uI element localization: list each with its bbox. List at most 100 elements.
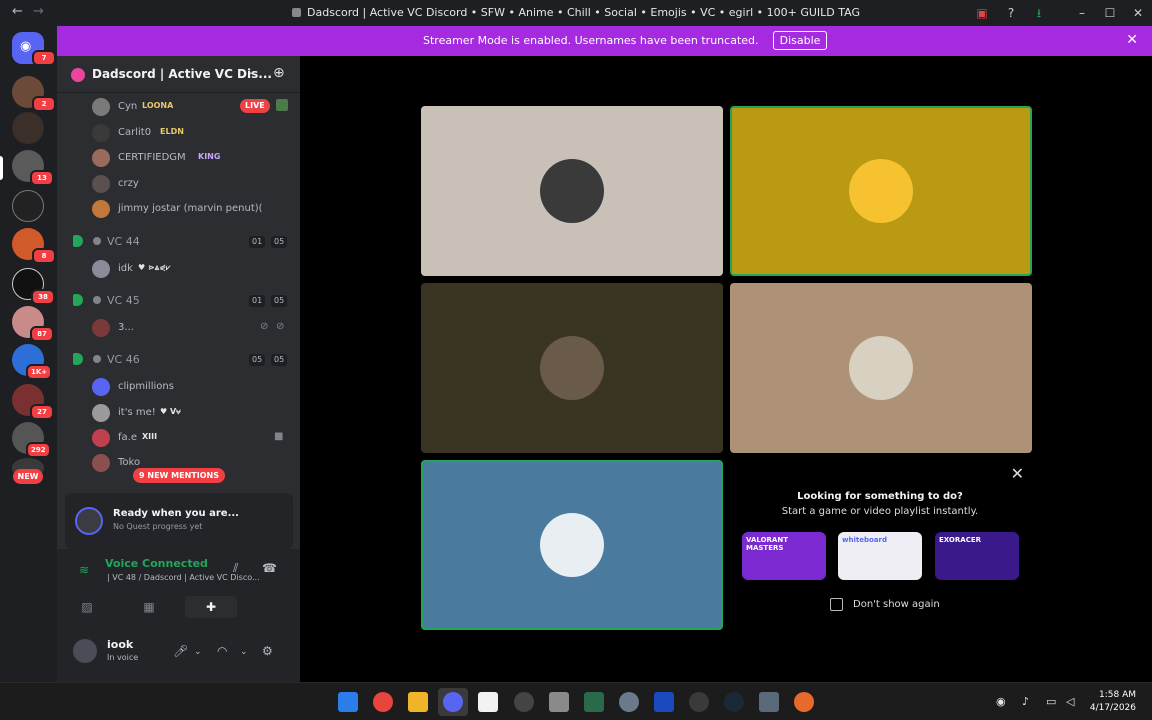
member-name: it's me! <box>118 407 156 418</box>
voice-member-row[interactable]: CERTIFIEDGM KING <box>92 147 292 169</box>
home-badge: 7 <box>32 50 56 66</box>
server-badge: 87 <box>30 326 54 342</box>
app-icon[interactable] <box>794 692 814 712</box>
participant-tile-speaking[interactable] <box>730 106 1032 276</box>
voice-channel-vc46[interactable]: VC 46 05 05 <box>69 348 295 372</box>
headphones-icon[interactable]: ◠ <box>217 644 227 658</box>
maximize-icon[interactable]: ☐ <box>1102 5 1118 21</box>
server-badge: 27 <box>30 404 54 420</box>
voice-member-row[interactable]: idk ♥ ⋗⩓⋞⩗ <box>92 258 292 280</box>
steam-icon[interactable] <box>724 692 744 712</box>
user-count: 05 <box>249 354 266 366</box>
server-icon[interactable] <box>12 190 44 222</box>
server-icon[interactable]: 292 <box>12 422 51 458</box>
server-icon[interactable]: 2 <box>12 76 56 112</box>
user-avatar[interactable] <box>73 639 97 663</box>
notion-icon[interactable] <box>478 692 498 712</box>
quest-title: Ready when you are... <box>113 508 239 519</box>
screen-share-icon[interactable]: ▣ <box>974 5 990 21</box>
server-icon[interactable] <box>12 112 44 144</box>
member-name: idk <box>118 263 133 274</box>
participant-avatar <box>849 159 913 223</box>
participant-tile[interactable] <box>421 106 723 276</box>
chrome-icon[interactable] <box>373 692 393 712</box>
dont-show-again-checkbox[interactable] <box>830 598 843 611</box>
microphone-icon[interactable]: 🎤︎ <box>173 644 188 658</box>
voice-member-row[interactable]: fa.e XIII ■ <box>92 427 292 449</box>
server-header[interactable]: Dadscord | Active VC Dis... ⌄ ⊕ <box>57 56 300 93</box>
voice-member-row[interactable]: jimmy jostar (marvin penut)( <box>92 198 292 220</box>
window-title: Dadscord | Active VC Discord • SFW • Ani… <box>307 6 860 19</box>
noise-suppression-icon[interactable]: ⫽ <box>233 561 238 576</box>
invite-people-icon[interactable]: ⊕ <box>273 65 285 81</box>
help-icon[interactable]: ? <box>1003 5 1019 21</box>
voice-member-row[interactable]: clipmillions <box>92 376 292 398</box>
quest-icon <box>75 507 103 535</box>
terminal-icon[interactable] <box>584 692 604 712</box>
activity-card-exoracer[interactable]: EXORACER <box>935 532 1019 580</box>
voice-member-row[interactable]: crzy <box>92 173 292 195</box>
close-window-icon[interactable]: ✕ <box>1130 5 1146 21</box>
snipping-tool-icon[interactable] <box>654 692 674 712</box>
server-icon[interactable]: 8 <box>12 228 56 264</box>
server-icon[interactable]: 13 <box>12 150 54 186</box>
activities-icon[interactable]: ✚ <box>185 596 237 618</box>
server-icon[interactable]: 1K+ <box>12 344 53 380</box>
discord-logo-icon: ◉ <box>20 39 32 54</box>
notepad-icon[interactable] <box>549 692 569 712</box>
voice-member-row[interactable]: Carlit0 ELDN <box>92 122 292 144</box>
user-name: iook <box>107 638 134 651</box>
guild-tag: ELDN <box>160 127 184 136</box>
minimize-icon[interactable]: – <box>1074 5 1090 21</box>
participant-tile[interactable] <box>421 283 723 453</box>
chevron-down-icon[interactable]: ⌄ <box>247 66 255 77</box>
voice-channel-vc44[interactable]: VC 44 01 05 <box>69 230 295 254</box>
windows-start-icon[interactable] <box>338 692 358 712</box>
camera-off-icon[interactable]: ▨ <box>61 596 113 618</box>
download-icon[interactable]: ⭳ <box>1031 5 1047 21</box>
close-activity-icon[interactable]: ✕ <box>1011 464 1024 483</box>
guild-tag: LOONA <box>142 101 174 110</box>
audio-options-chevron-icon[interactable]: ⌄ <box>240 647 248 657</box>
network-icon[interactable]: ▭ <box>1046 695 1056 708</box>
voice-member-row[interactable]: 3... ⊘ ⊘ <box>92 317 292 339</box>
activity-card-whiteboard[interactable]: whiteboard <box>838 532 922 580</box>
user-count: 01 <box>249 295 266 307</box>
disconnect-icon[interactable]: ☎ <box>262 561 277 575</box>
obs-icon[interactable] <box>689 692 709 712</box>
voice-status[interactable]: Voice Connected <box>105 557 208 570</box>
volume-icon[interactable]: ◁ <box>1066 695 1074 708</box>
dont-show-again-label[interactable]: Don't show again <box>853 599 940 610</box>
participant-tile[interactable] <box>730 283 1032 453</box>
steelseries-icon[interactable] <box>514 692 534 712</box>
quest-panel[interactable]: Ready when you are... No Quest progress … <box>65 493 293 549</box>
voice-channel-vc45[interactable]: VC 45 01 05 <box>69 289 295 313</box>
file-explorer-icon[interactable] <box>408 692 428 712</box>
participant-tile-speaking[interactable] <box>421 460 723 630</box>
new-unreads-pill[interactable]: NEW <box>13 469 43 484</box>
tray-app-icon[interactable]: ◉ <box>996 695 1006 708</box>
home-button[interactable]: ◉ 7 <box>12 32 56 66</box>
image-viewer-icon[interactable] <box>759 692 779 712</box>
server-icon[interactable]: 38 <box>12 268 55 305</box>
server-icon[interactable]: 27 <box>12 384 54 420</box>
mic-tray-icon[interactable]: ♪ <box>1022 695 1029 708</box>
banner-message: Streamer Mode is enabled. Usernames have… <box>423 34 759 47</box>
settings-app-icon[interactable] <box>619 692 639 712</box>
voice-member-row[interactable]: Cyn LOONA LIVE <box>92 96 292 118</box>
member-name: fa.e <box>118 432 137 443</box>
discord-taskbar-icon[interactable] <box>443 692 463 712</box>
system-clock[interactable]: 1:58 AM 4/17/2026 <box>1090 689 1136 715</box>
close-banner-icon[interactable]: ✕ <box>1126 32 1138 48</box>
screen-share-button-icon[interactable]: ▦ <box>123 596 175 618</box>
activity-card-valorant[interactable]: VALORANT MASTERS <box>742 532 826 580</box>
mic-options-chevron-icon[interactable]: ⌄ <box>194 647 202 657</box>
new-mentions-pill[interactable]: 9 NEW MENTIONS <box>133 468 225 483</box>
member-name: CERTIFIEDGM <box>118 152 186 163</box>
voice-member-row[interactable]: it's me! ♥ V⩝ <box>92 402 292 424</box>
disable-streamer-button[interactable]: Disable <box>773 31 827 50</box>
signal-icon[interactable]: ≋ <box>79 563 89 577</box>
server-icon[interactable]: 87 <box>12 306 54 342</box>
settings-gear-icon[interactable]: ⚙ <box>262 644 273 658</box>
channel-name: VC 44 <box>107 235 140 248</box>
